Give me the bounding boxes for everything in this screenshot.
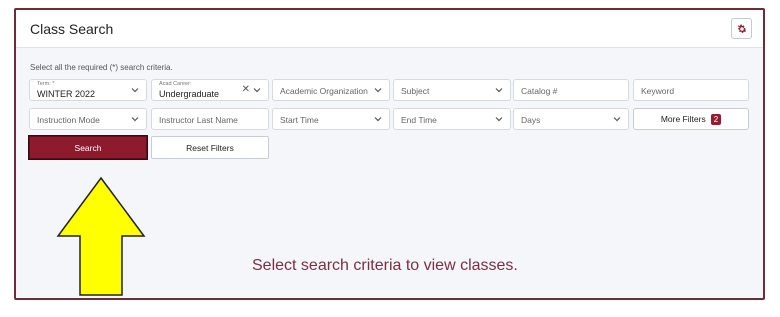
- panel-header: Class Search: [16, 10, 763, 48]
- chevron-down-icon: [495, 88, 503, 93]
- required-hint: Select all the required (*) search crite…: [30, 63, 173, 72]
- start-time-label: Start Time: [280, 115, 319, 125]
- instructor-last-name-input[interactable]: Instructor Last Name: [151, 108, 269, 130]
- career-value: Undergraduate: [159, 89, 220, 99]
- chevron-down-icon: [495, 117, 503, 122]
- subject-label: Subject: [401, 86, 430, 96]
- career-label: Acad Career:: [159, 81, 192, 87]
- search-button[interactable]: Search: [29, 136, 147, 159]
- days-label: Days: [521, 115, 541, 125]
- up-arrow-icon: [56, 176, 146, 296]
- end-time-label: End Time: [401, 115, 437, 125]
- academic-organization-select[interactable]: Academic Organization: [272, 79, 390, 101]
- class-search-panel: Class Search Select all the required (*)…: [14, 8, 765, 300]
- chevron-down-icon: [613, 117, 621, 122]
- acad-career-select[interactable]: Acad Career: Undergraduate ✕: [151, 79, 269, 101]
- chevron-down-icon: [131, 117, 139, 122]
- chevron-down-icon: [374, 88, 382, 93]
- page-title: Class Search: [30, 21, 114, 37]
- catalog-placeholder: Catalog #: [521, 86, 558, 96]
- chevron-down-icon: [253, 88, 261, 93]
- term-value: WINTER 2022: [37, 89, 96, 99]
- keyword-placeholder: Keyword: [641, 86, 675, 96]
- end-time-select[interactable]: End Time: [393, 108, 511, 130]
- chevron-down-icon: [131, 88, 139, 93]
- days-select[interactable]: Days: [513, 108, 629, 130]
- reset-filters-button[interactable]: Reset Filters: [151, 136, 269, 159]
- gear-icon: [737, 24, 747, 33]
- empty-state-message: Select search criteria to view classes.: [252, 257, 518, 274]
- keyword-input[interactable]: Keyword: [633, 79, 749, 101]
- instruction-mode-label: Instruction Mode: [37, 115, 100, 125]
- more-filters-label: More Filters: [660, 114, 706, 124]
- filter-count-badge: 2: [710, 113, 722, 125]
- term-label: Term: *: [37, 81, 55, 87]
- start-time-select[interactable]: Start Time: [272, 108, 390, 130]
- catalog-number-input[interactable]: Catalog #: [513, 79, 629, 101]
- academic-organization-label: Academic Organization: [280, 86, 368, 96]
- instructor-placeholder: Instructor Last Name: [159, 115, 238, 125]
- more-filters-button[interactable]: More Filters 2: [633, 108, 749, 130]
- settings-button[interactable]: [731, 18, 752, 39]
- subject-select[interactable]: Subject: [393, 79, 511, 101]
- term-select[interactable]: Term: * WINTER 2022: [29, 79, 147, 101]
- chevron-down-icon: [374, 117, 382, 122]
- close-icon[interactable]: ✕: [242, 84, 250, 95]
- instruction-mode-select[interactable]: Instruction Mode: [29, 108, 147, 130]
